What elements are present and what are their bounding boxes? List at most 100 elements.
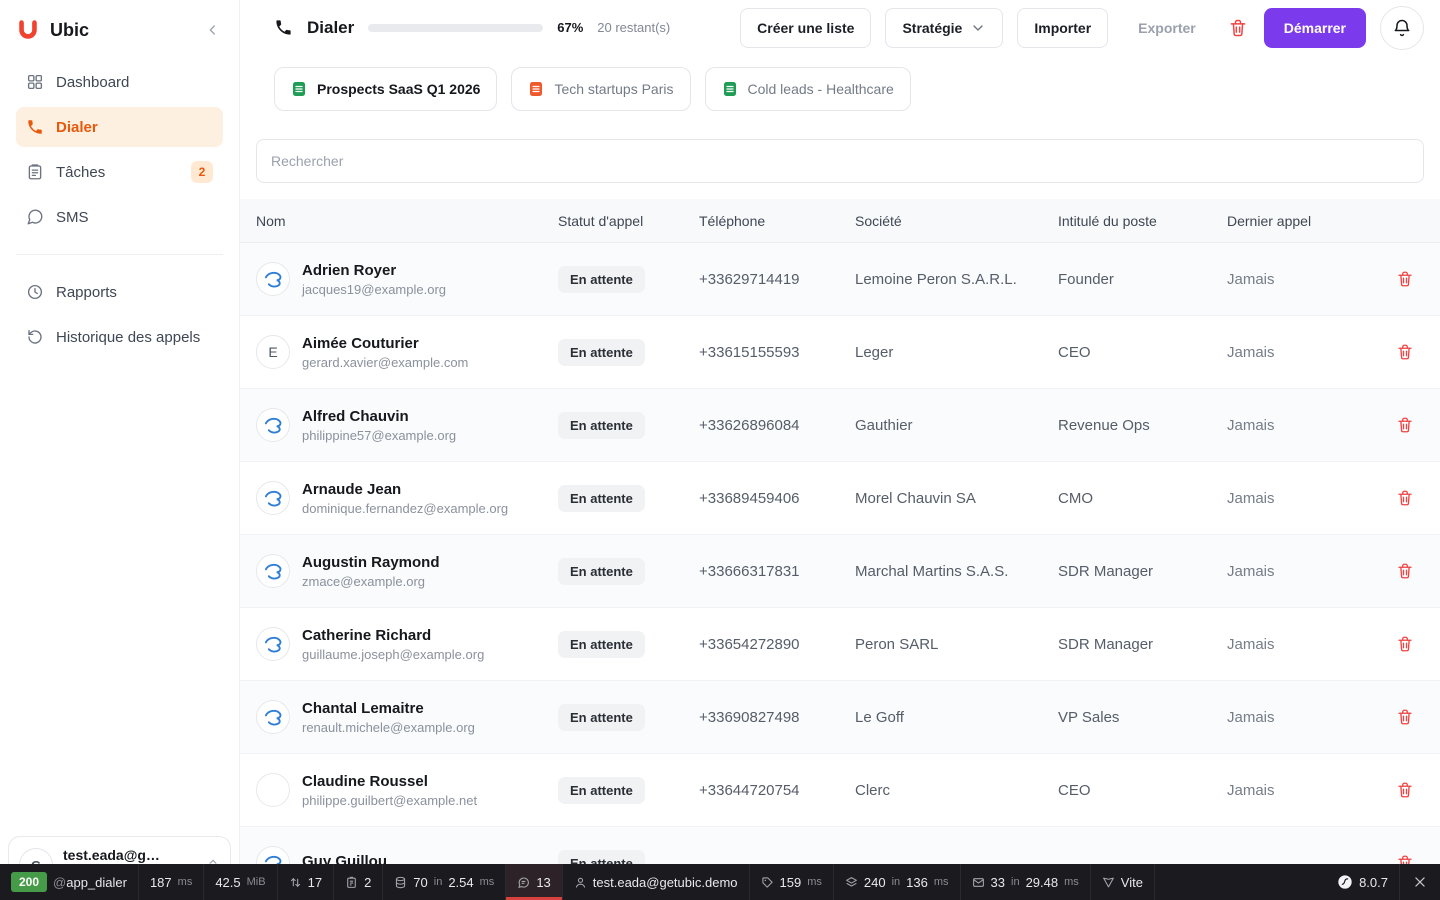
sidebar-divider xyxy=(16,254,223,255)
contact-name: Catherine Richard xyxy=(302,626,432,644)
column-header-nom: Nom xyxy=(256,212,286,229)
toolbar-request-panel[interactable]: 200 @app_dialer xyxy=(0,864,139,900)
sidebar-item-taches[interactable]: Tâches 2 xyxy=(16,152,223,192)
company-logo-avatar xyxy=(256,408,290,442)
trash-icon xyxy=(1396,489,1414,507)
list-tab-prospects[interactable]: Prospects SaaS Q1 2026 xyxy=(274,67,498,111)
delete-list-button[interactable] xyxy=(1226,18,1250,38)
delete-row-button[interactable] xyxy=(1392,631,1418,657)
sidebar-item-dialer[interactable]: Dialer xyxy=(16,107,223,147)
toolbar-queries-panel[interactable]: 240 in 136 ms xyxy=(834,864,961,900)
remaining-count: 20 restant(s) xyxy=(597,20,671,35)
list-tab-tech-startups[interactable]: Tech startups Paris xyxy=(511,67,691,111)
chat-bubble-icon xyxy=(26,208,44,226)
job-title-cell: CEO xyxy=(1058,781,1091,799)
header-actions: Créer une liste Stratégie Importer Expor… xyxy=(740,5,1424,50)
notifications-button[interactable] xyxy=(1380,5,1424,50)
toolbar-messenger-panel[interactable]: 33 in 29.48 ms xyxy=(961,864,1091,900)
delete-row-button[interactable] xyxy=(1392,558,1418,584)
job-title-cell: Revenue Ops xyxy=(1058,416,1150,434)
delete-row-button[interactable] xyxy=(1392,339,1418,365)
blank-avatar xyxy=(256,773,290,807)
delete-row-button[interactable] xyxy=(1392,704,1418,730)
sidebar-collapse-button[interactable] xyxy=(203,20,223,40)
last-call-cell: Jamais xyxy=(1227,343,1275,361)
ubic-logo-icon xyxy=(16,18,40,42)
status-badge: En attente xyxy=(558,630,645,658)
delete-row-button[interactable] xyxy=(1392,777,1418,803)
table-row[interactable]: Catherine Richard guillaume.joseph@exampl… xyxy=(240,608,1440,681)
export-button[interactable]: Exporter xyxy=(1122,8,1212,48)
company-logo-avatar xyxy=(256,262,290,296)
import-button[interactable]: Importer xyxy=(1017,7,1109,48)
contact-name: Adrien Royer xyxy=(302,261,397,279)
app-window: Ubic Dashboard Dialer Tâches 2 SMS Rappo… xyxy=(0,0,1440,900)
toolbar-translations-panel[interactable]: 13 xyxy=(506,864,563,900)
strategy-dropdown[interactable]: Stratégie xyxy=(885,7,1004,48)
create-list-button[interactable]: Créer une liste xyxy=(740,7,872,48)
sidebar-item-historique[interactable]: Historique des appels xyxy=(16,317,223,357)
sidebar-item-sms[interactable]: SMS xyxy=(16,197,223,237)
route-name: @app_dialer xyxy=(53,874,127,890)
sidebar-item-rapports[interactable]: Rapports xyxy=(16,272,223,312)
sidebar-item-label: Dashboard xyxy=(56,73,130,91)
sidebar-item-dashboard[interactable]: Dashboard xyxy=(16,62,223,102)
company-cell: Lemoine Peron S.A.R.L. xyxy=(855,270,1017,288)
toolbar-requests-panel[interactable]: 17 xyxy=(278,864,335,900)
job-title-cell: CMO xyxy=(1058,489,1093,507)
table-row[interactable]: Arnaude Jean dominique.fernandez@example.… xyxy=(240,462,1440,535)
progress-percent: 67% xyxy=(557,20,584,35)
chevron-down-icon xyxy=(970,20,986,36)
database-icon xyxy=(394,876,407,889)
contacts-table: Nom Statut d'appel Téléphone Société Int… xyxy=(240,199,1440,900)
job-title-cell: CEO xyxy=(1058,343,1091,361)
start-button[interactable]: Démarrer xyxy=(1263,7,1366,48)
translation-bubble-icon xyxy=(517,876,530,889)
delete-row-button[interactable] xyxy=(1392,412,1418,438)
table-row[interactable]: Adrien Royer jacques19@example.org En atte… xyxy=(240,243,1440,316)
toolbar-vite-panel[interactable]: Vite xyxy=(1091,864,1155,900)
contact-email: dominique.fernandez@example.org xyxy=(302,500,509,516)
status-badge: En attente xyxy=(558,338,645,366)
contact-email: renault.michele@example.org xyxy=(302,719,475,735)
symfony-debug-toolbar: 200 @app_dialer 187 ms 42.5 MiB 17 2 70 … xyxy=(0,864,1440,900)
chevron-left-icon xyxy=(205,22,221,38)
company-logo-avatar xyxy=(256,554,290,588)
dialer-phone-icon xyxy=(274,18,293,37)
toolbar-forms-panel[interactable]: 2 xyxy=(334,864,384,900)
toolbar-time-panel[interactable]: 187 ms xyxy=(139,864,205,900)
contact-name: Arnaude Jean xyxy=(302,480,402,498)
contact-email: jacques19@example.org xyxy=(302,281,447,297)
toolbar-close-button[interactable] xyxy=(1399,864,1440,900)
trash-icon xyxy=(1396,635,1414,653)
layers-icon xyxy=(845,876,858,889)
toolbar-memory-panel[interactable]: 42.5 MiB xyxy=(204,864,278,900)
search-bar xyxy=(240,111,1440,183)
toolbar-cache-panel[interactable]: 70 in 2.54 ms xyxy=(383,864,507,900)
company-logo-avatar xyxy=(256,700,290,734)
toolbar-security-panel[interactable]: test.eada@getubic.demo xyxy=(563,864,750,900)
column-header-telephone: Téléphone xyxy=(699,212,766,229)
contact-name: Chantal Lemaitre xyxy=(302,699,424,717)
table-row[interactable]: E Aimée Couturier gerard.xavier@example.co… xyxy=(240,316,1440,389)
sheet-icon-green xyxy=(291,81,307,97)
table-row[interactable]: Augustin Raymond zmace@example.org En atte… xyxy=(240,535,1440,608)
trash-icon xyxy=(1396,781,1414,799)
contact-email: zmace@example.org xyxy=(302,573,426,589)
table-row[interactable]: Chantal Lemaitre renault.michele@example.… xyxy=(240,681,1440,754)
delete-row-button[interactable] xyxy=(1392,485,1418,511)
toolbar-render-panel[interactable]: 159 ms xyxy=(750,864,834,900)
close-icon xyxy=(1413,875,1427,889)
search-input[interactable] xyxy=(256,139,1424,183)
sidebar-item-label: Dialer xyxy=(56,118,98,136)
job-title-cell: SDR Manager xyxy=(1058,635,1154,653)
table-row[interactable]: Alfred Chauvin philippine57@example.org En… xyxy=(240,389,1440,462)
last-call-cell: Jamais xyxy=(1227,781,1275,799)
list-tab-cold-leads[interactable]: Cold leads - Healthcare xyxy=(704,67,911,111)
delete-row-button[interactable] xyxy=(1392,266,1418,292)
table-row[interactable]: Claudine Roussel philippe.guilbert@exampl… xyxy=(240,754,1440,827)
toolbar-symfony-version[interactable]: 8.0.7 xyxy=(1326,864,1399,900)
sidebar-nav: Dashboard Dialer Tâches 2 SMS Rapports H… xyxy=(0,54,239,365)
tasks-count-badge: 2 xyxy=(191,161,213,183)
